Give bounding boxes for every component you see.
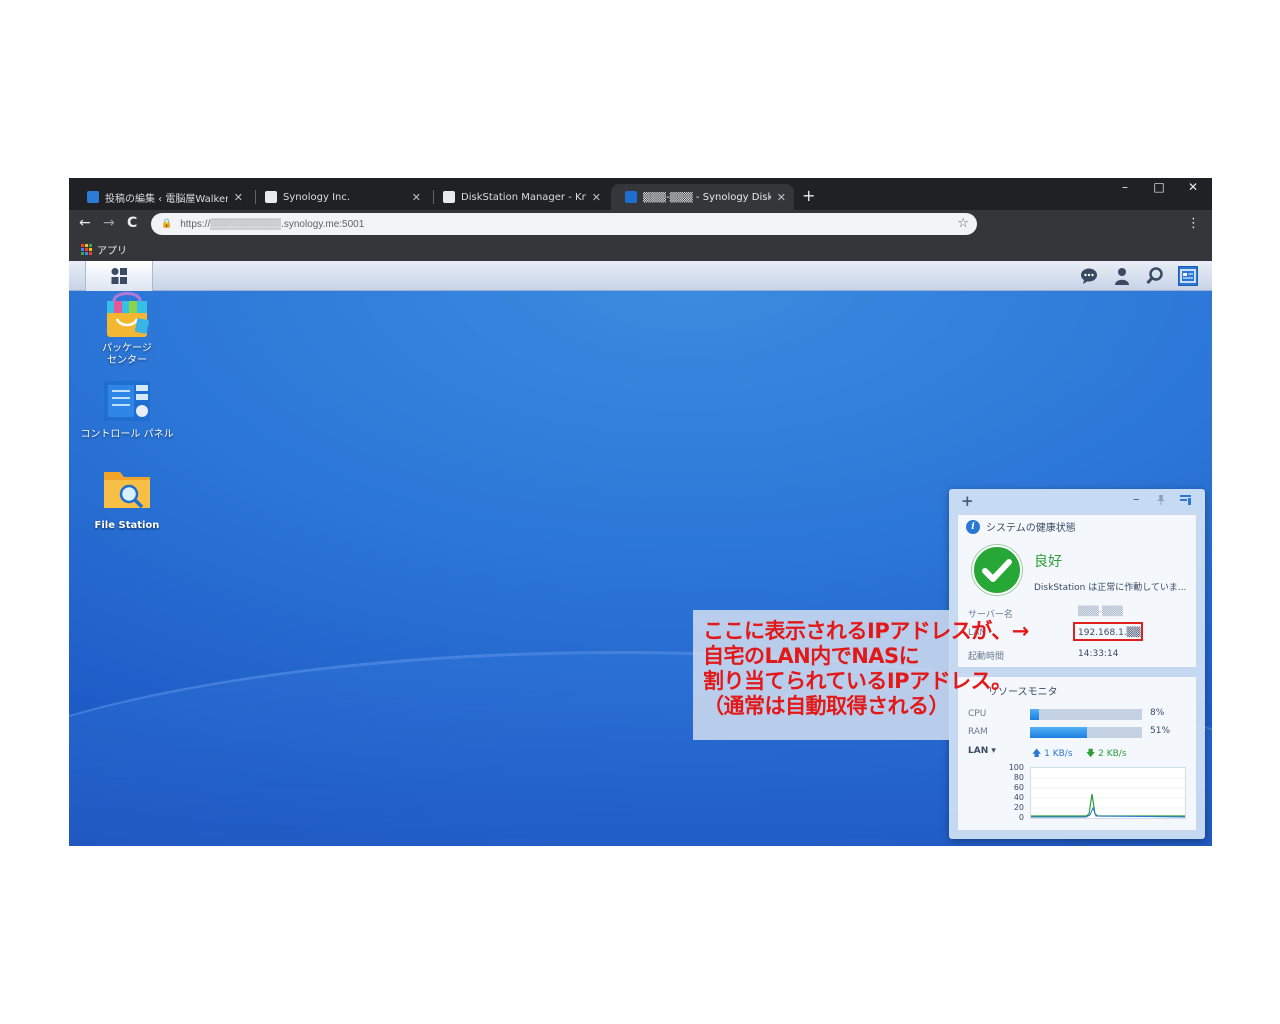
package-center-label: パッケージ センター (102, 343, 152, 366)
ram-bar (1030, 727, 1142, 738)
ram-percent: 51% (1150, 726, 1171, 736)
tab-title: ▒▒▒-▒▒▒ - Synology DiskStation (643, 191, 771, 203)
main-menu-button[interactable] (85, 261, 153, 291)
chat-icon[interactable] (1079, 266, 1099, 286)
file-station-icon (102, 466, 152, 516)
ram-bar-fill (1030, 727, 1088, 738)
new-tab-button[interactable]: + (802, 186, 815, 205)
close-tab-icon[interactable]: ✕ (412, 191, 421, 204)
lan-traffic-chart (1030, 767, 1186, 819)
file-station-shortcut[interactable]: File Station (77, 466, 177, 532)
add-widget-button[interactable]: + (961, 492, 974, 510)
download-rate: 🡇 2 KB/s (1086, 746, 1127, 762)
cpu-bar-fill (1030, 709, 1039, 720)
bookmark-label: アプリ (97, 246, 127, 257)
dsm-favicon-icon (625, 191, 637, 203)
widget-header: + – (949, 489, 1205, 511)
y-tick: 20 (1013, 803, 1024, 812)
health-status: 良好 (1034, 554, 1062, 570)
browser-toolbar: ← → C 🔒 https://▒▒▒▒▒▒▒▒▒▒.synology.me:5… (69, 210, 1212, 238)
close-tab-icon[interactable]: ✕ (592, 191, 601, 204)
lock-icon: 🔒 (161, 219, 173, 229)
health-description: DiskStation は正常に作動していま... (1034, 583, 1187, 593)
ip-highlight-box (1073, 622, 1143, 641)
annotation-text: ここに表示されるIPアドレスが、→ 自宅のLAN内でNASに 割り当てられている… (703, 619, 1029, 718)
download-arrow-icon: 🡇 (1086, 749, 1096, 759)
upload-rate-text: 1 KB/s (1044, 749, 1073, 759)
ram-label: RAM (968, 727, 988, 737)
control-panel-icon (102, 379, 152, 425)
control-panel-label: コントロール パネル (80, 429, 174, 440)
bookmarks-bar: アプリ (69, 238, 1212, 261)
search-icon[interactable] (1145, 266, 1165, 286)
y-tick: 60 (1013, 783, 1024, 792)
minimize-widget-button[interactable]: – (1133, 492, 1140, 507)
upload-rate: 🡅 1 KB/s (1032, 746, 1073, 762)
widgets-icon[interactable] (1178, 266, 1198, 286)
cpu-bar (1030, 709, 1142, 720)
maximize-window-button[interactable]: □ (1142, 180, 1176, 194)
download-rate-text: 2 KB/s (1098, 749, 1127, 759)
apps-grid-icon (81, 244, 92, 255)
forward-button[interactable]: → (103, 215, 115, 231)
upload-arrow-icon: 🡅 (1032, 749, 1042, 759)
tab-diskstation[interactable]: ▒▒▒-▒▒▒ - Synology DiskStation ✕ (611, 184, 794, 210)
close-tab-icon[interactable]: ✕ (777, 191, 786, 204)
cpu-percent: 8% (1150, 708, 1165, 718)
pin-icon[interactable] (1156, 494, 1166, 508)
back-button[interactable]: ← (79, 215, 91, 231)
server-name-value: ▒▒▒-▒▒▒ (1078, 607, 1123, 617)
address-bar[interactable]: 🔒 https://▒▒▒▒▒▒▒▒▒▒.synology.me:5001 ☆ (151, 213, 977, 235)
lan-dropdown[interactable]: LAN ▾ (968, 746, 996, 756)
y-tick: 40 (1013, 793, 1024, 802)
reload-button[interactable]: C (127, 215, 137, 231)
tab-title: Synology Inc. (283, 191, 351, 203)
info-shield-icon: i (966, 519, 980, 534)
url-text: https://▒▒▒▒▒▒▒▒▒▒.synology.me:5001 (180, 218, 365, 230)
widget-toggle-icon[interactable] (1180, 494, 1191, 509)
package-center-icon (102, 289, 152, 339)
tab-dsm-knowledge[interactable]: DiskStation Manager - Knowledg ✕ (429, 184, 609, 210)
system-health-title: i システムの健康状態 (966, 519, 1076, 534)
uptime-value: 14:33:14 (1078, 649, 1119, 659)
browser-window: 投稿の編集 ‹ 電脳屋Walker — W ✕ Synology Inc. ✕ … (69, 178, 1212, 846)
dsm-taskbar (69, 261, 1212, 291)
main-menu-icon (111, 268, 127, 284)
system-health-title-text: システムの健康状態 (986, 523, 1076, 534)
package-center-shortcut[interactable]: パッケージ センター (77, 289, 177, 367)
y-tick: 100 (1008, 763, 1024, 772)
tab-wordpress[interactable]: 投稿の編集 ‹ 電脳屋Walker — W ✕ (73, 184, 251, 210)
tab-title: 投稿の編集 ‹ 電脳屋Walker — W (105, 193, 228, 205)
close-tab-icon[interactable]: ✕ (234, 191, 243, 204)
file-station-label: File Station (94, 520, 160, 531)
synology-favicon-icon (265, 191, 277, 203)
close-window-button[interactable]: ✕ (1176, 180, 1210, 194)
synology-favicon-icon (443, 191, 455, 203)
tab-synology-inc[interactable]: Synology Inc. ✕ (251, 184, 429, 210)
user-icon[interactable] (1112, 266, 1132, 286)
y-tick: 80 (1013, 773, 1024, 782)
bookmark-apps[interactable]: アプリ (81, 242, 127, 257)
check-ok-icon (972, 545, 1022, 595)
minimize-window-button[interactable]: – (1108, 180, 1142, 194)
dsm-desktop: パッケージ センター コントロール パネル File Station + – i… (69, 261, 1212, 846)
browser-menu-button[interactable]: ⋮ (1187, 216, 1200, 231)
tab-strip: 投稿の編集 ‹ 電脳屋Walker — W ✕ Synology Inc. ✕ … (69, 178, 1212, 210)
lan-traffic-graph (1031, 777, 1186, 818)
y-tick: 0 (1018, 813, 1024, 822)
tab-title: DiskStation Manager - Knowledg (461, 191, 586, 203)
wordpress-favicon-icon (87, 191, 99, 203)
control-panel-shortcut[interactable]: コントロール パネル (77, 379, 177, 441)
bookmark-star-icon[interactable]: ☆ (957, 216, 969, 231)
